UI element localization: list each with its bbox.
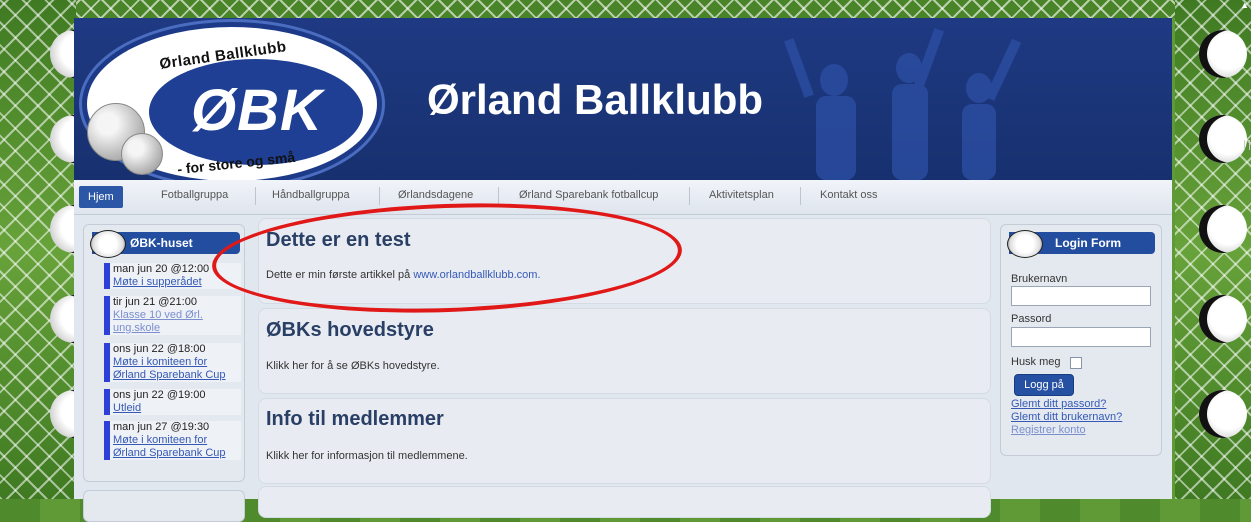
nav-item-hjem[interactable]: Hjem bbox=[79, 186, 123, 208]
nav-separator bbox=[379, 187, 380, 205]
username-label: Brukernavn bbox=[1011, 273, 1068, 285]
nav-item-fotballgruppa[interactable]: Fotballgruppa bbox=[161, 189, 228, 201]
events-module-title: ØBK-huset bbox=[130, 236, 193, 250]
nav-item-aktivitetsplan[interactable]: Aktivitetsplan bbox=[709, 189, 774, 201]
nav-item-sparebank-cup[interactable]: Ørland Sparebank fotballcup bbox=[519, 189, 658, 201]
event-date: tir jun 21 @21:00 bbox=[113, 296, 197, 308]
login-module-title: Login Form bbox=[1055, 236, 1121, 250]
nav-separator bbox=[498, 187, 499, 205]
login-button[interactable]: Logg på bbox=[1014, 374, 1074, 396]
article-card: ØBKs hovedstyre Klikk her for å se ØBKs … bbox=[258, 308, 991, 394]
scroll-up-arrow-icon[interactable]: ▲ bbox=[1240, 0, 1249, 10]
event-date: man jun 27 @19:30 bbox=[113, 421, 210, 433]
event-link[interactable]: Klasse 10 ved Ørl. ung.skole bbox=[113, 309, 203, 334]
event-link[interactable]: Møte i komiteen for Ørland Sparebank Cup bbox=[113, 356, 226, 381]
username-field[interactable] bbox=[1011, 286, 1151, 306]
remember-me-checkbox[interactable] bbox=[1070, 357, 1082, 369]
goal-net-right: ▲ bbox=[1175, 0, 1251, 499]
soccer-ball-icon bbox=[1199, 30, 1247, 78]
article-text[interactable]: Klikk her for informasjon til medlemmene… bbox=[266, 450, 468, 462]
main-nav: Hjem Fotballgruppa Håndballgruppa Ørland… bbox=[74, 180, 1172, 215]
remember-me-label: Husk meg bbox=[1011, 356, 1061, 368]
goal-net-top bbox=[0, 0, 1251, 18]
club-logo[interactable]: Ørland Ballklubb ØBK - for store og små bbox=[82, 22, 382, 180]
goal-net-left bbox=[0, 0, 98, 499]
register-link[interactable]: Registrer konto bbox=[1011, 424, 1086, 436]
soccer-ball-icon bbox=[1199, 115, 1247, 163]
site-title: Ørland Ballklubb bbox=[427, 76, 764, 123]
forgot-username-link[interactable]: Glemt ditt brukernavn? bbox=[1011, 411, 1122, 423]
module-below bbox=[83, 490, 245, 522]
article-title[interactable]: ØBKs hovedstyre bbox=[266, 319, 434, 342]
event-date: ons jun 22 @19:00 bbox=[113, 389, 206, 401]
players-silhouette-icon bbox=[784, 28, 1022, 180]
event-item: ons jun 22 @18:00 Møte i komiteen for Ør… bbox=[104, 343, 241, 382]
event-link[interactable]: Møte i komiteen for Ørland Sparebank Cup bbox=[113, 434, 226, 459]
page-container: Ørland Ballklubb ØBK - for store og små … bbox=[74, 18, 1172, 522]
article-title[interactable]: Info til medlemmer bbox=[266, 408, 444, 431]
soccer-ball-icon bbox=[1199, 390, 1247, 438]
event-item: tir jun 21 @21:00 Klasse 10 ved Ørl. ung… bbox=[104, 296, 241, 335]
nav-item-kontakt-oss[interactable]: Kontakt oss bbox=[820, 189, 877, 201]
password-field[interactable] bbox=[1011, 327, 1151, 347]
handball-icon bbox=[121, 133, 163, 175]
soccer-ball-icon bbox=[90, 230, 126, 258]
event-link[interactable]: Utleid bbox=[113, 402, 141, 414]
forgot-password-link[interactable]: Glemt ditt passord? bbox=[1011, 398, 1106, 410]
nav-item-handballgruppa[interactable]: Håndballgruppa bbox=[272, 189, 350, 201]
article-card: Info til medlemmer Klikk her for informa… bbox=[258, 398, 991, 484]
article-card bbox=[258, 486, 991, 518]
soccer-ball-icon bbox=[1199, 295, 1247, 343]
password-label: Passord bbox=[1011, 313, 1052, 325]
event-date: man jun 20 @12:00 bbox=[113, 263, 210, 275]
event-item: man jun 27 @19:30 Møte i komiteen for Ør… bbox=[104, 421, 241, 460]
nav-separator bbox=[689, 187, 690, 205]
logo-abbreviation: ØBK bbox=[191, 78, 323, 143]
event-item: ons jun 22 @19:00 Utleid bbox=[104, 389, 241, 415]
article-text[interactable]: Klikk her for å se ØBKs hovedstyre. bbox=[266, 360, 440, 372]
soccer-ball-icon bbox=[1199, 205, 1247, 253]
scrollbar-grip[interactable] bbox=[1244, 140, 1250, 150]
nav-separator bbox=[255, 187, 256, 205]
site-header: Ørland Ballklubb ØBK - for store og små … bbox=[74, 18, 1172, 180]
nav-item-orlandsdagene[interactable]: Ørlandsdagene bbox=[398, 189, 473, 201]
nav-separator bbox=[800, 187, 801, 205]
event-date: ons jun 22 @18:00 bbox=[113, 343, 206, 355]
soccer-ball-icon bbox=[1007, 230, 1043, 258]
event-link[interactable]: Møte i supperådet bbox=[113, 276, 202, 288]
